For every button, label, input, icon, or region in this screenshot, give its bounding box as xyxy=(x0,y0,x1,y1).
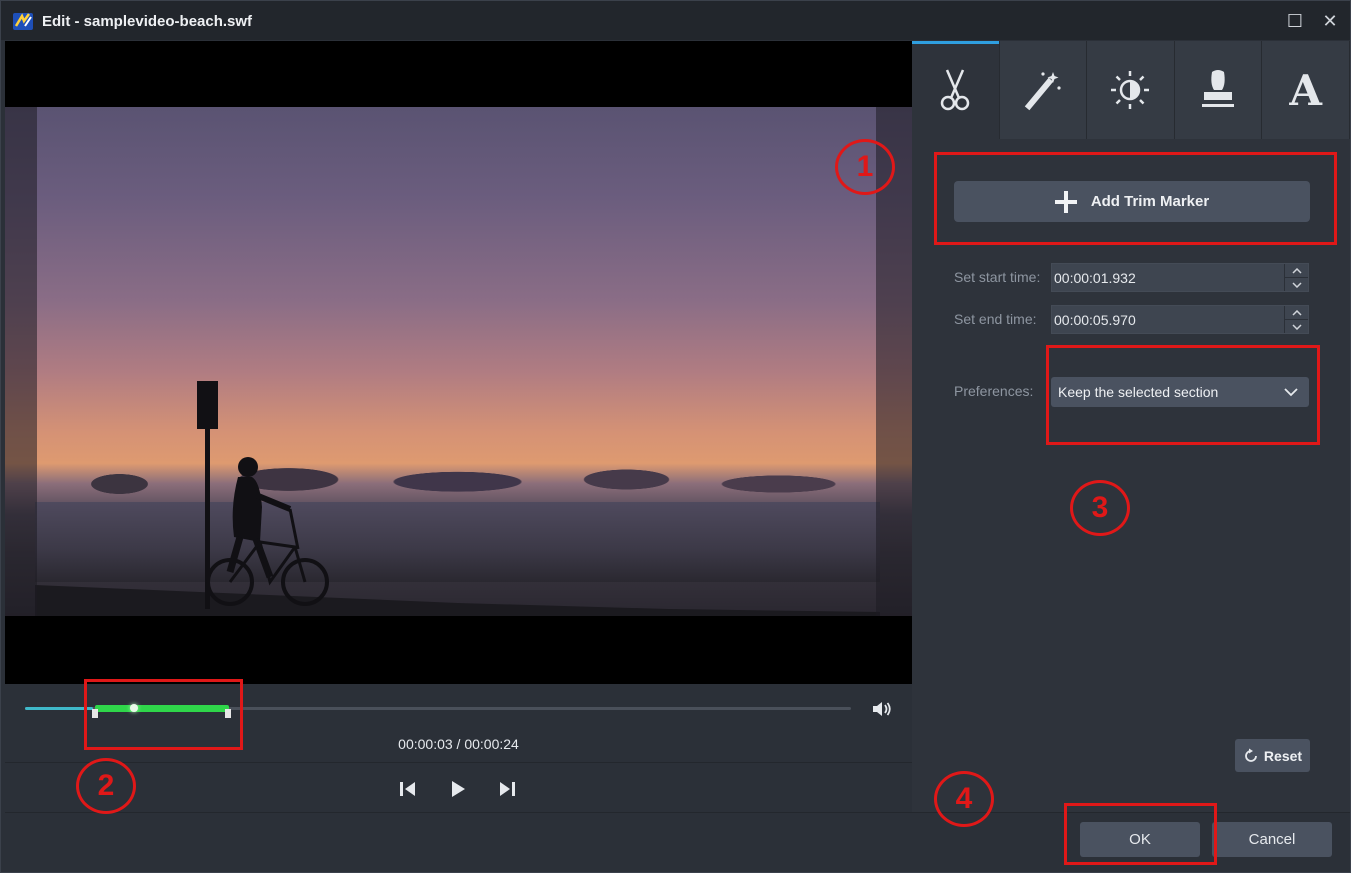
start-time-input[interactable] xyxy=(1052,264,1284,291)
scissors-icon xyxy=(941,69,970,111)
volume-icon[interactable] xyxy=(871,700,893,718)
end-time-up-button[interactable] xyxy=(1285,306,1308,320)
edit-tabs: A xyxy=(912,41,1350,139)
title-bar: Edit - samplevideo-beach.swf ☐ ✕ xyxy=(1,1,1350,40)
start-time-stepper xyxy=(1051,263,1309,292)
close-button[interactable]: ✕ xyxy=(1319,10,1341,32)
previous-frame-icon[interactable] xyxy=(397,778,419,800)
chevron-down-icon xyxy=(1291,281,1302,288)
start-time-up-button[interactable] xyxy=(1285,264,1308,278)
cyclist-silhouette xyxy=(197,381,329,609)
tab-watermark[interactable] xyxy=(1175,41,1263,139)
brightness-icon xyxy=(1111,71,1150,109)
controls-divider xyxy=(5,762,912,763)
video-frame xyxy=(5,107,912,616)
annotation-box-4 xyxy=(1064,803,1217,865)
refresh-icon xyxy=(1245,748,1257,762)
annotation-box-1 xyxy=(934,152,1337,245)
reset-label: Reset xyxy=(1263,747,1303,764)
video-preview[interactable] xyxy=(5,41,912,684)
tab-trim[interactable] xyxy=(912,41,1000,139)
tab-text[interactable]: A xyxy=(1262,41,1350,139)
start-time-down-button[interactable] xyxy=(1285,278,1308,291)
video-sea xyxy=(35,502,880,582)
annotation-number-2: 2 xyxy=(76,758,136,814)
text-icon: A xyxy=(1289,65,1322,115)
end-time-input[interactable] xyxy=(1052,306,1284,333)
annotation-number-1: 1 xyxy=(835,139,895,195)
stamp-icon xyxy=(1202,70,1235,107)
maximize-button[interactable]: ☐ xyxy=(1284,10,1306,32)
tab-adjust[interactable] xyxy=(1087,41,1175,139)
annotation-number-4: 4 xyxy=(934,771,994,827)
video-clouds xyxy=(35,457,880,502)
reset-button[interactable]: Reset xyxy=(1235,739,1310,772)
end-time-stepper xyxy=(1051,305,1309,334)
video-left-edge xyxy=(5,107,37,616)
maximize-icon: ☐ xyxy=(1286,11,1304,31)
chevron-down-icon xyxy=(1291,323,1302,330)
timeline-played xyxy=(25,707,93,710)
chevron-up-icon xyxy=(1291,309,1302,316)
annotation-number-3: 3 xyxy=(1070,480,1130,536)
close-icon: ✕ xyxy=(1322,11,1338,31)
start-time-label: Set start time: xyxy=(954,269,1041,285)
tab-effects[interactable] xyxy=(1000,41,1088,139)
chevron-up-icon xyxy=(1291,267,1302,274)
play-icon[interactable] xyxy=(447,778,469,800)
end-time-label: Set end time: xyxy=(954,311,1037,327)
window-title: Edit - samplevideo-beach.swf xyxy=(42,13,253,30)
end-time-down-button[interactable] xyxy=(1285,320,1308,333)
preferences-label: Preferences: xyxy=(954,383,1034,399)
next-frame-icon[interactable] xyxy=(496,778,518,800)
app-logo-icon xyxy=(13,13,33,30)
cancel-button[interactable]: Cancel xyxy=(1212,822,1332,857)
annotation-box-2 xyxy=(84,679,243,750)
magic-wand-icon xyxy=(1024,72,1061,111)
annotation-box-3 xyxy=(1046,345,1320,445)
